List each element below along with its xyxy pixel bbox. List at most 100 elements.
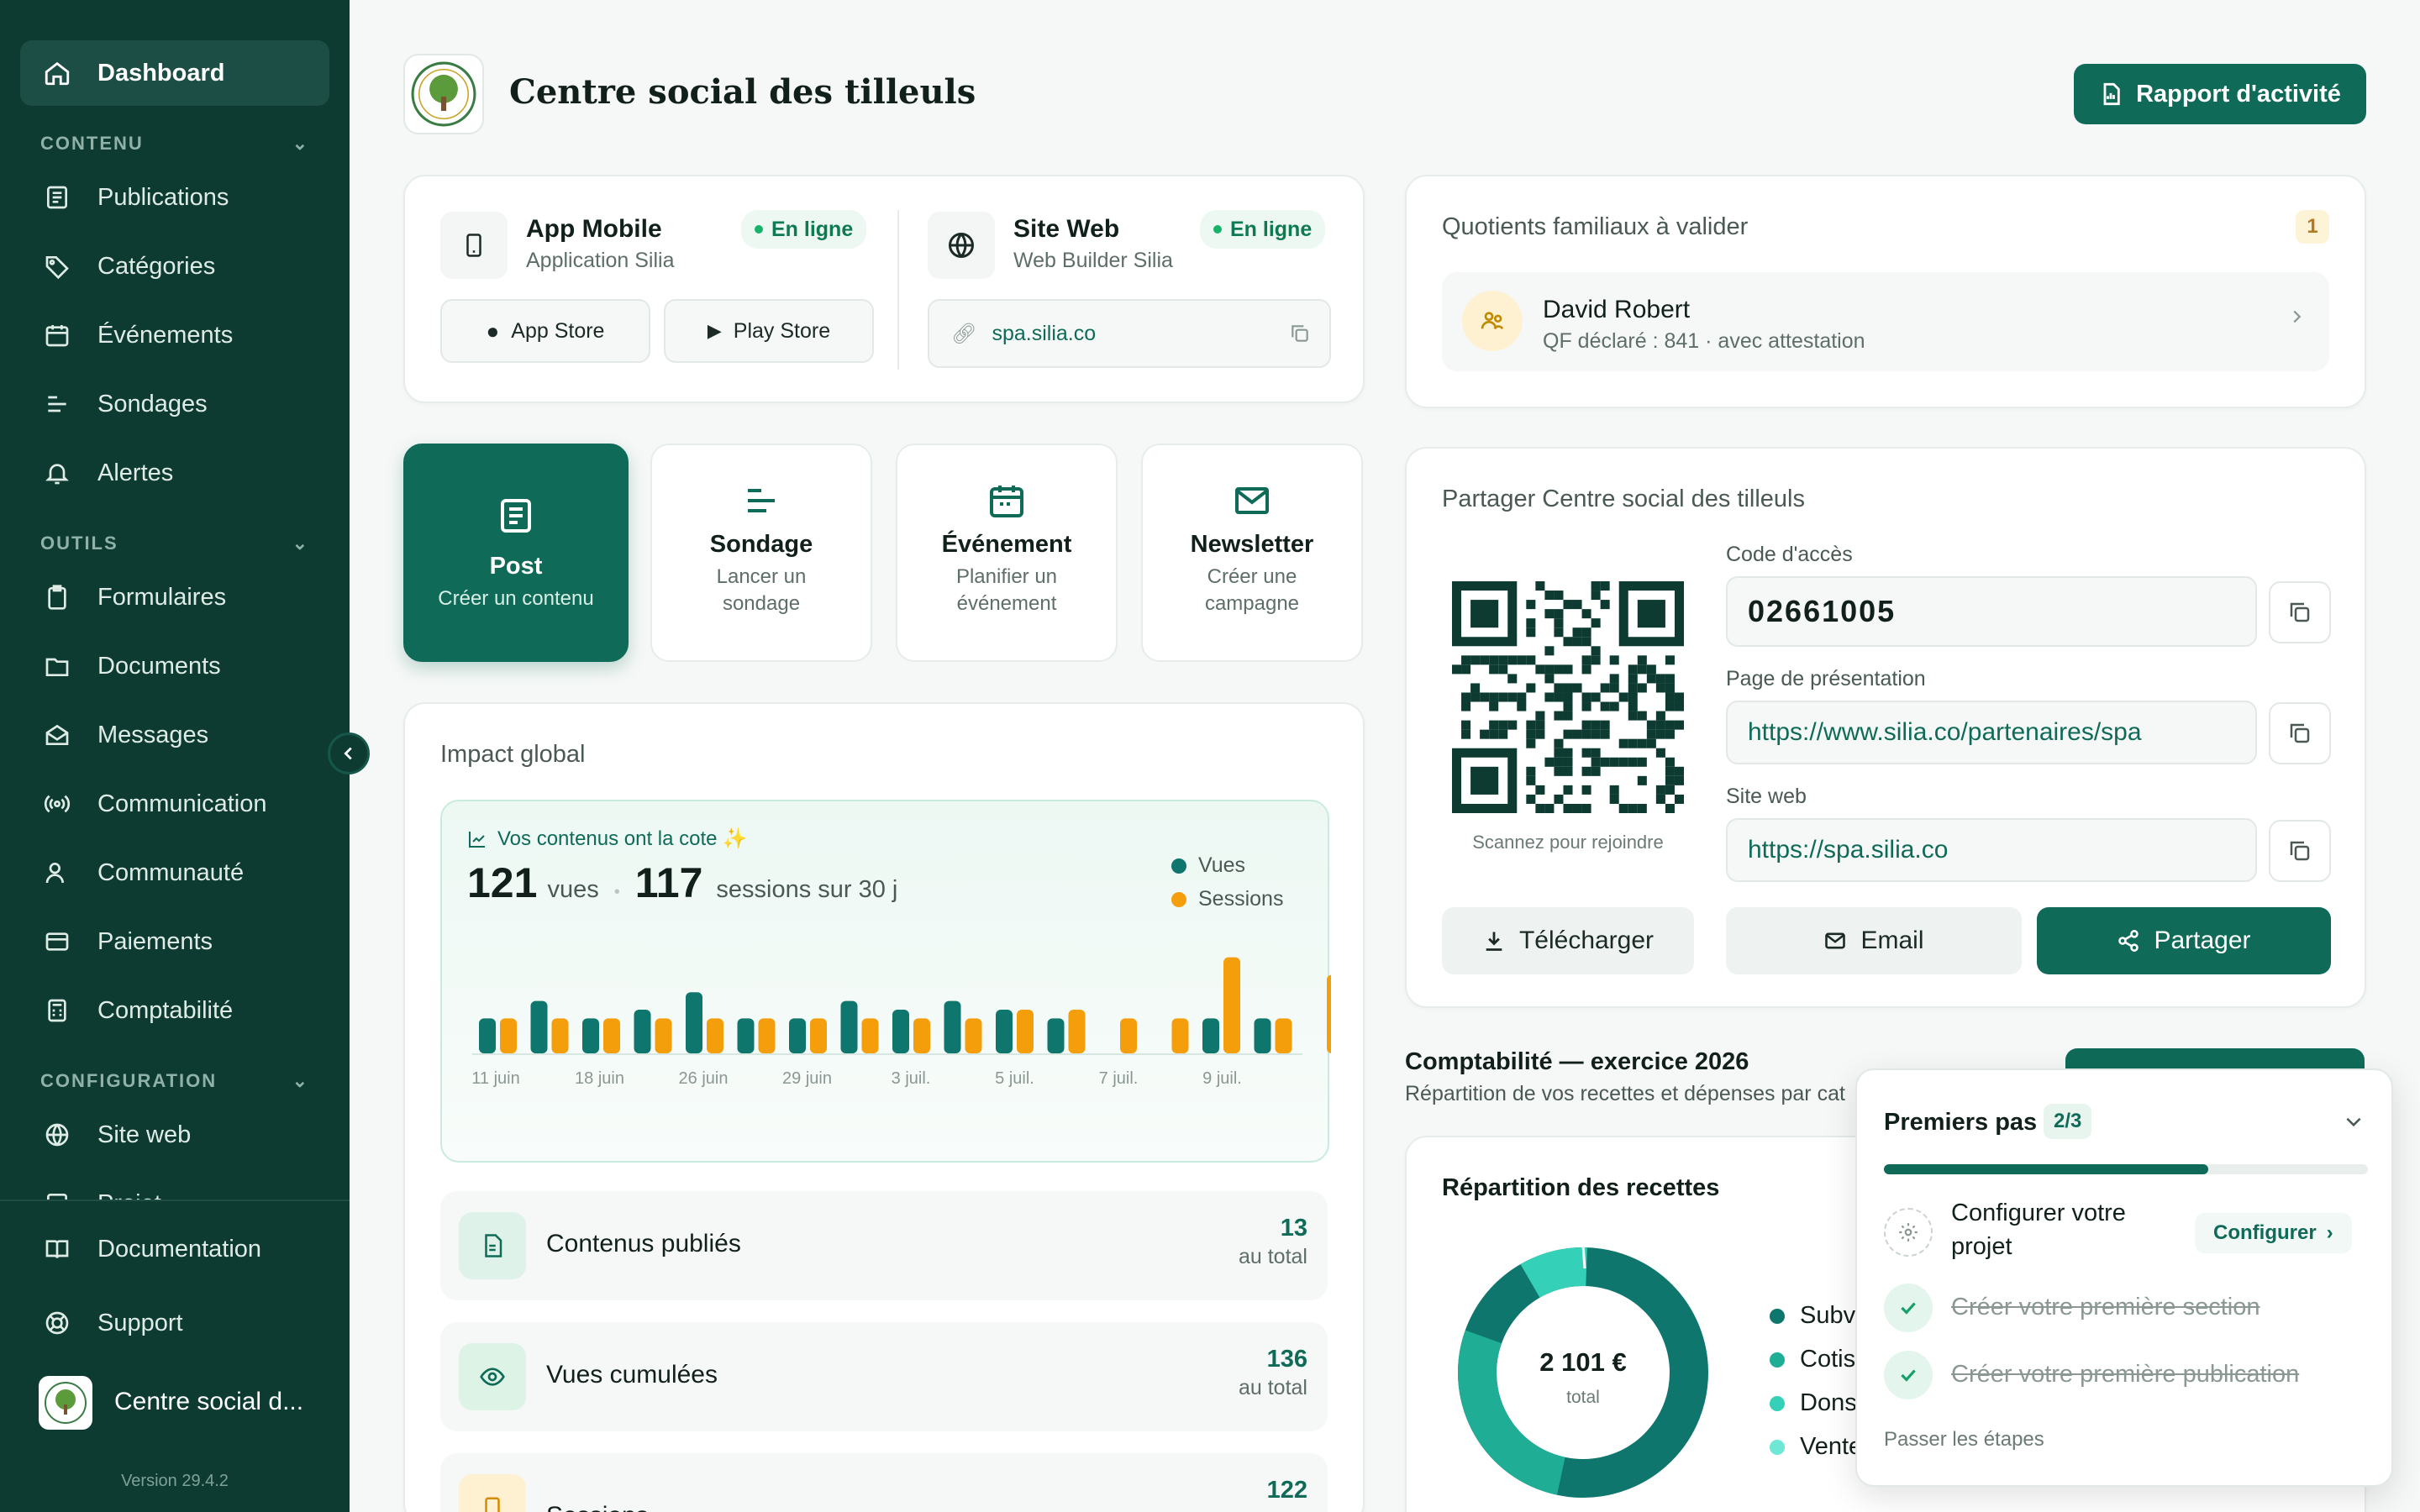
configure-button[interactable]: Configurer › xyxy=(2195,1213,2352,1253)
nav-paiements[interactable]: Paiements xyxy=(20,909,329,974)
sidebar: Dashboard CONTENU ⌄ Publications Catégori… xyxy=(0,0,350,1512)
email-button[interactable]: Email xyxy=(1726,907,2022,974)
stat-contenus-sub: au total xyxy=(1238,1245,1307,1268)
bar-vues xyxy=(1254,1018,1271,1053)
qr-module xyxy=(1665,729,1675,739)
impact-title: Impact global xyxy=(440,741,586,768)
qr-module xyxy=(1674,720,1684,730)
nav-alertes[interactable]: Alertes xyxy=(20,440,329,506)
qr-module xyxy=(1517,701,1527,711)
stat-vues[interactable]: Vues cumulées 136 au total xyxy=(440,1322,1328,1431)
bar-sessions xyxy=(655,1018,672,1053)
legend-item: Vente xyxy=(1770,1433,1862,1461)
qr-module xyxy=(1498,664,1508,675)
nav-documentation[interactable]: Documentation xyxy=(20,1216,329,1282)
page-url-field[interactable]: https://www.silia.co/partenaires/spa xyxy=(1726,701,2257,764)
nav-dashboard[interactable]: Dashboard xyxy=(20,40,329,106)
qr-module xyxy=(1591,748,1601,758)
stat-contenus[interactable]: Contenus publiés 13 au total xyxy=(440,1191,1328,1300)
qr-module xyxy=(1554,609,1564,619)
bar-sessions xyxy=(965,1018,982,1053)
nav-messages[interactable]: Messages xyxy=(20,702,329,768)
nav-site-web[interactable]: Site web xyxy=(20,1102,329,1168)
qr-module xyxy=(1581,655,1591,665)
nav-publications[interactable]: Publications xyxy=(20,165,329,230)
nav-sondages[interactable]: Sondages xyxy=(20,371,329,437)
nav-projet[interactable]: Projet xyxy=(20,1171,329,1201)
qr-code xyxy=(1452,581,1684,813)
skip-steps-link[interactable]: Passer les étapes xyxy=(1884,1428,2044,1452)
nav-communication[interactable]: Communication xyxy=(20,771,329,837)
onboarding-title: Premiers pas xyxy=(1884,1109,2038,1136)
qr-module xyxy=(1609,683,1619,693)
qr-module xyxy=(1591,581,1601,591)
stat-sessions[interactable]: Sessions 122 xyxy=(440,1453,1328,1512)
section-contenu[interactable]: CONTENU ⌄ xyxy=(40,133,309,155)
access-code-label: Code d'accès xyxy=(1726,543,1853,566)
qr-module xyxy=(1637,683,1647,693)
nav-support[interactable]: Support xyxy=(20,1290,329,1356)
qr-module xyxy=(1655,729,1665,739)
collapse-sidebar-button[interactable] xyxy=(328,732,370,774)
bar-vues xyxy=(892,1010,909,1053)
x-tick-label: 18 juin xyxy=(575,1069,624,1088)
legend-label: Vente xyxy=(1800,1433,1863,1460)
share-button[interactable]: Partager xyxy=(2037,907,2331,974)
nav-comptabilite[interactable]: Comptabilité xyxy=(20,978,329,1043)
app-store-button[interactable]: ● App Store xyxy=(440,299,650,363)
users-icon xyxy=(40,856,74,890)
nav-formulaires[interactable]: Formulaires xyxy=(20,564,329,630)
qr-module xyxy=(1618,738,1628,748)
qr-module xyxy=(1665,674,1675,684)
mail-send-icon xyxy=(1232,480,1272,521)
nav-evenements[interactable]: Événements xyxy=(20,302,329,368)
access-code-field[interactable]: 02661005 xyxy=(1726,576,2257,647)
quick-action-post[interactable]: Post Créer un contenu xyxy=(403,444,629,662)
nav-communaute[interactable]: Communauté xyxy=(20,840,329,906)
qr-module xyxy=(1655,748,1665,758)
site-url-field[interactable]: https://spa.silia.co xyxy=(1726,818,2257,882)
qr-module xyxy=(1628,664,1638,675)
download-icon xyxy=(1486,932,1502,951)
quick-action-evenement[interactable]: Événement Planifier un événement xyxy=(896,444,1118,662)
website-status-label: En ligne xyxy=(1230,217,1313,241)
copy-icon xyxy=(2290,841,2310,861)
qr-module xyxy=(1591,692,1601,702)
qr-module xyxy=(1665,655,1675,665)
section-configuration[interactable]: CONFIGURATION ⌄ xyxy=(40,1070,309,1092)
bar-vues xyxy=(737,1018,755,1053)
copy-page-url-button[interactable] xyxy=(2269,702,2331,764)
qr-module xyxy=(1572,803,1582,813)
qr-module xyxy=(1563,757,1573,767)
copy-code-button[interactable] xyxy=(2269,581,2331,643)
clipboard-icon xyxy=(40,580,74,614)
nav-documents[interactable]: Documents xyxy=(20,633,329,699)
qr-module xyxy=(1563,729,1573,739)
qr-module xyxy=(1544,591,1555,601)
qr-module xyxy=(1637,803,1647,813)
share-icon xyxy=(2118,930,2139,952)
quick-action-sondage[interactable]: Sondage Lancer un sondage xyxy=(650,444,872,662)
qr-module xyxy=(1665,701,1675,711)
poll-icon xyxy=(741,480,781,521)
org-name[interactable]: Centre social d... xyxy=(114,1388,303,1416)
play-store-button[interactable]: ▶ Play Store xyxy=(664,299,874,363)
copy-site-url-button[interactable] xyxy=(2269,820,2331,882)
copy-icon[interactable] xyxy=(1289,323,1311,344)
download-button[interactable]: Télécharger xyxy=(1442,907,1694,974)
bar-sessions xyxy=(551,1018,569,1053)
quick-action-newsletter[interactable]: Newsletter Créer une campagne xyxy=(1141,444,1363,662)
chevron-down-icon[interactable] xyxy=(2343,1110,2365,1132)
qr-module xyxy=(1554,618,1564,628)
section-outils[interactable]: OUTILS ⌄ xyxy=(40,533,309,554)
nav-alertes-label: Alertes xyxy=(97,459,174,486)
qr-module xyxy=(1544,692,1555,702)
nav-communication-label: Communication xyxy=(97,790,267,817)
qr-module xyxy=(1526,618,1536,628)
nav-categories[interactable]: Catégories xyxy=(20,234,329,299)
activity-report-button[interactable]: Rapport d'activité xyxy=(2074,64,2366,124)
qr-module xyxy=(1498,655,1508,665)
qf-request-row[interactable]: David Robert QF déclaré : 841 · avec att… xyxy=(1442,272,2329,371)
org-avatar[interactable] xyxy=(39,1376,92,1430)
website-url-field[interactable]: 🔗︎ spa.silia.co xyxy=(928,299,1331,368)
